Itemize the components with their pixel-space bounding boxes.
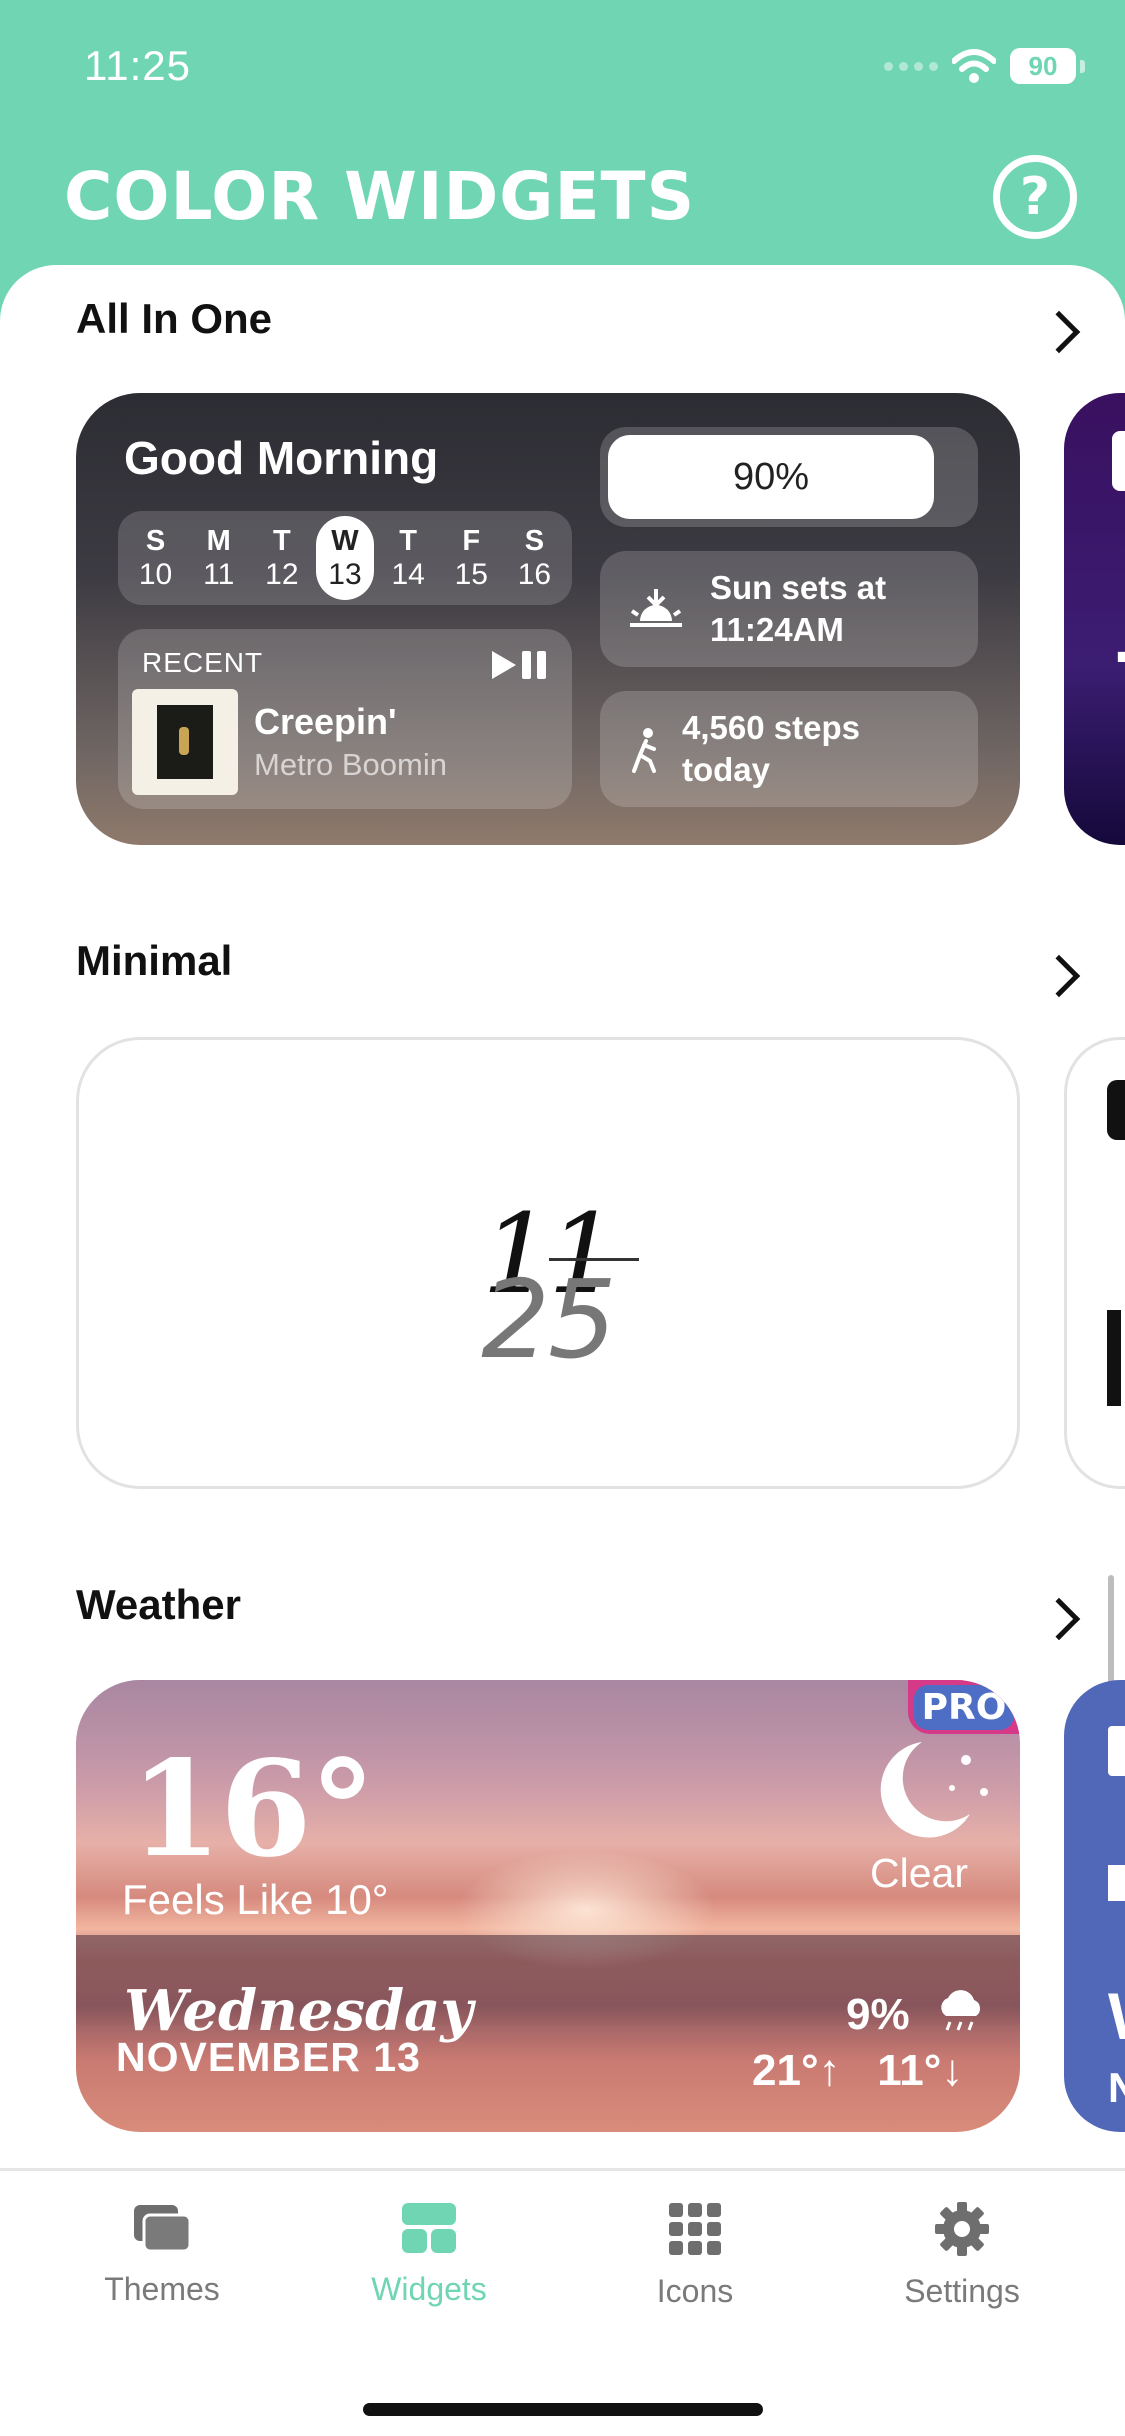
- feels-like: Feels Like 10°: [122, 1876, 389, 1923]
- pro-badge: PRO: [908, 1680, 1020, 1734]
- section-title-minimal: Minimal: [76, 937, 233, 984]
- calendar-day-number: 11: [203, 557, 235, 591]
- sunset-pill: Sun sets at 11:24AM: [600, 551, 978, 667]
- chevron-right-icon[interactable]: [1037, 310, 1081, 354]
- weather-date: NOVEMBER 13: [116, 2034, 421, 2080]
- tab-themes[interactable]: Themes: [62, 2201, 262, 2308]
- temperature: 16°: [130, 1732, 376, 1887]
- calendar-day-letter: T: [399, 524, 417, 557]
- tab-label: Widgets: [371, 2271, 487, 2307]
- calendar-day: S 10: [127, 516, 185, 600]
- calendar-day-letter: F: [462, 524, 481, 557]
- battery-level: 90: [1028, 50, 1058, 81]
- battery-icon: 90: [1010, 48, 1076, 84]
- all-in-one-widget[interactable]: Good Morning S 10 M 11 T 12 W 13 T 14 F 15 S 16 RECEN…: [76, 393, 1020, 845]
- calendar-day-letter: W: [331, 524, 359, 557]
- cellular-signal-icon: [884, 61, 938, 71]
- calendar-day: M 11: [190, 516, 248, 600]
- tab-widgets[interactable]: Widgets: [329, 2201, 529, 2308]
- status-icons: 90: [884, 48, 1085, 84]
- home-indicator: [363, 2403, 763, 2416]
- minimal-clock-widget[interactable]: 11 25: [76, 1037, 1020, 1489]
- tab-settings[interactable]: Settings: [862, 2201, 1062, 2310]
- calendar-day: F 15: [442, 516, 500, 600]
- battery-bar: 90%: [608, 435, 934, 519]
- calendar-day: T 12: [253, 516, 311, 600]
- weather-condition: Clear: [870, 1850, 968, 1896]
- play-pause-icon: [492, 651, 546, 679]
- precipitation: 9%: [846, 1990, 910, 2039]
- gear-icon: [935, 2202, 989, 2256]
- widgets-icon: [402, 2203, 456, 2253]
- sunset-icon: [630, 589, 682, 627]
- tab-label: Themes: [104, 2271, 220, 2307]
- app-title: COLOR WIDGETS: [64, 158, 696, 235]
- moon-stars-icon: [880, 1742, 988, 1838]
- section-title-weather: Weather: [76, 1581, 241, 1628]
- clock-minute: 25: [481, 1258, 616, 1383]
- battery-percent: 90%: [732, 455, 810, 498]
- calendar-day-number: 10: [138, 557, 173, 591]
- album-art: [132, 689, 238, 795]
- calendar-day-letter: S: [524, 524, 545, 557]
- next-widget-preview[interactable]: WN: [1064, 1680, 1125, 2132]
- weather-widget[interactable]: PRO 16° Feels Like 10° Clear Wednesday N…: [76, 1680, 1020, 2132]
- widget-list[interactable]: All In One Good Morning S 10 M 11 T 12 W 13 T 14 F…: [0, 265, 1125, 2170]
- calendar-day-letter: S: [145, 524, 166, 557]
- high-low-temps: 21°↑ 11°↓: [752, 2046, 963, 2096]
- chevron-right-icon[interactable]: [1037, 954, 1081, 998]
- tab-label: Icons: [656, 2273, 734, 2309]
- high-temp: 21°↑: [752, 2046, 841, 2095]
- help-button[interactable]: ?: [993, 155, 1077, 239]
- greeting: Good Morning: [124, 432, 439, 484]
- steps-line2: today: [682, 751, 771, 788]
- icons-grid-icon: [669, 2203, 721, 2255]
- tab-label: Settings: [904, 2273, 1020, 2309]
- calendar-day-letter: T: [272, 524, 291, 557]
- week-calendar: S 10 M 11 T 12 W 13 T 14 F 15 S 16: [118, 511, 572, 605]
- chevron-right-icon[interactable]: [1037, 1597, 1081, 1641]
- steps-pill: 4,560 steps today: [600, 691, 978, 807]
- next-widget-preview[interactable]: 7: [1064, 393, 1125, 845]
- section-title-all-in-one: All In One: [76, 295, 273, 342]
- status-bar: 11:25 90: [0, 0, 1125, 140]
- rain-cloud-icon: [941, 1990, 981, 2031]
- sunset-line2: 11:24AM: [710, 611, 844, 648]
- steps-line1: 4,560 steps: [682, 709, 860, 746]
- calendar-day-number: 16: [517, 557, 552, 591]
- wifi-icon: [952, 49, 996, 83]
- recent-music: RECENT Creepin' Metro Boomin: [118, 629, 572, 809]
- calendar-day-letter: M: [206, 524, 231, 557]
- calendar-day: W 13: [315, 516, 374, 600]
- tab-icons[interactable]: Icons: [595, 2201, 795, 2310]
- recent-label: RECENT: [142, 647, 264, 678]
- artist-name: Metro Boomin: [254, 747, 447, 782]
- tab-bar: Themes Widgets Icons Settings: [0, 2168, 1125, 2436]
- help-icon: ?: [1019, 167, 1051, 227]
- song-title: Creepin': [254, 701, 397, 742]
- calendar-day-number: 12: [265, 557, 299, 591]
- battery-pill: 90%: [600, 427, 978, 527]
- calendar-day-number: 15: [454, 557, 488, 591]
- calendar-day: S 16: [505, 516, 563, 600]
- battery-tip: [1080, 59, 1085, 73]
- calendar-day: T 14: [379, 516, 437, 600]
- sunset-line1: Sun sets at: [710, 569, 887, 606]
- low-temp: 11°↓: [877, 2046, 964, 2095]
- sunset-background: [456, 1850, 716, 1970]
- themes-icon: [134, 2205, 192, 2253]
- status-time: 11:25: [84, 42, 191, 89]
- calendar-day-number: 13: [328, 557, 362, 591]
- walking-icon: [632, 728, 656, 773]
- calendar-day-number: 14: [391, 557, 425, 591]
- next-widget-preview[interactable]: [1064, 1037, 1125, 1489]
